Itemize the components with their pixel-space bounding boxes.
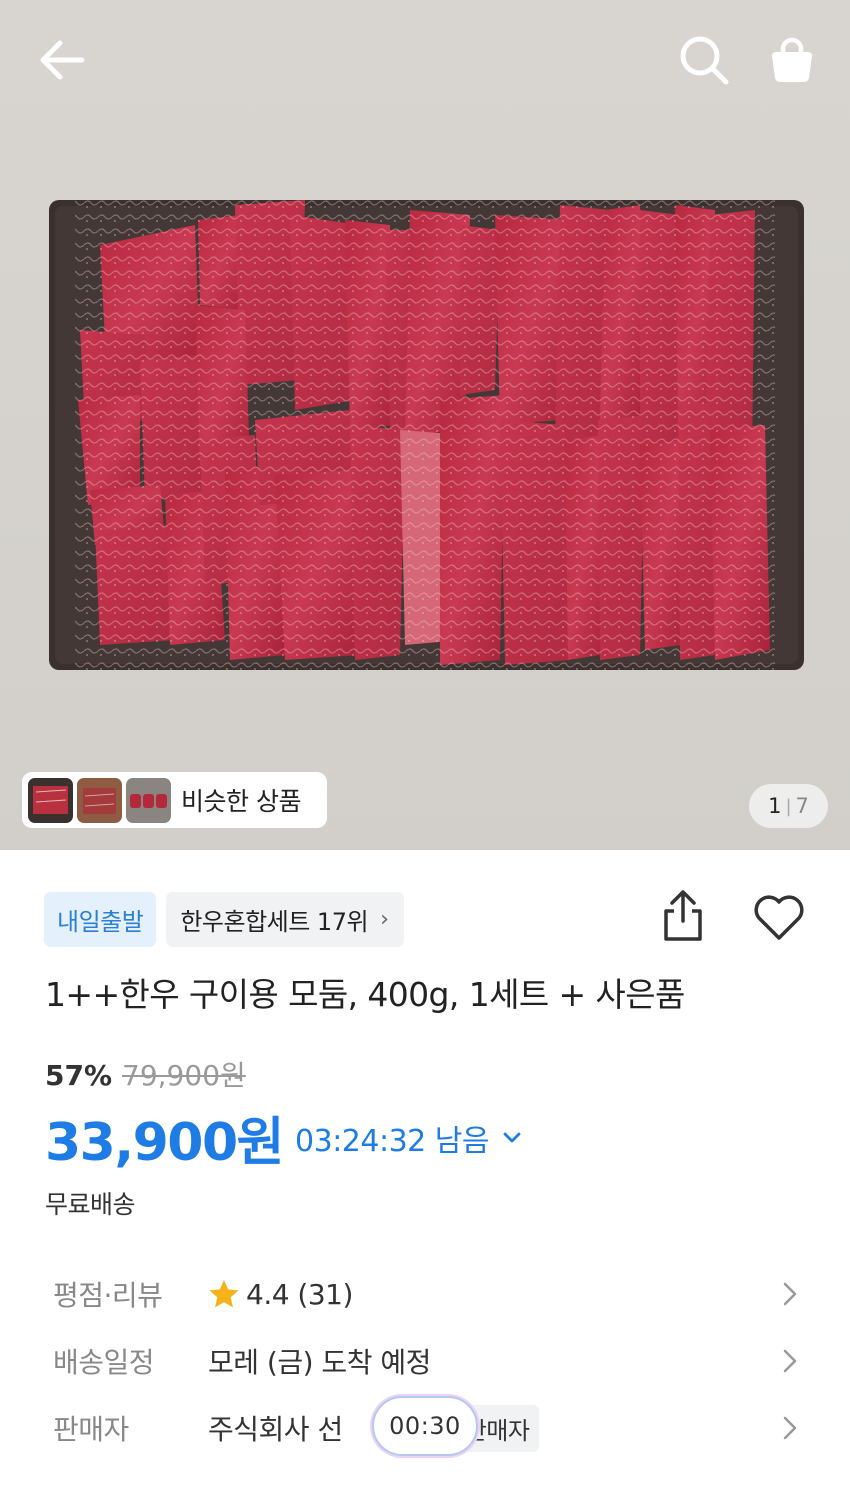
delivery-schedule-row[interactable]: 배송일정 모레 (금) 도착 예정 bbox=[0, 1331, 850, 1391]
badge-row: 내일출발 한우혼합세트 17위 › bbox=[44, 892, 405, 947]
chevron-right-icon bbox=[778, 1279, 802, 1309]
chevron-right-icon bbox=[778, 1346, 802, 1376]
chevron-right-icon: › bbox=[380, 907, 389, 932]
chevron-right-icon bbox=[778, 1413, 802, 1443]
back-arrow-icon bbox=[40, 40, 85, 80]
cart-button[interactable] bbox=[762, 30, 822, 90]
page-separator: | bbox=[785, 795, 792, 817]
floating-timer-bubble[interactable]: 00:30 bbox=[372, 1396, 478, 1456]
seller-label: 판매자 bbox=[53, 1413, 129, 1446]
similar-thumb-3 bbox=[126, 777, 171, 823]
search-icon bbox=[680, 36, 729, 85]
ranking-badge[interactable]: 한우혼합세트 17위 › bbox=[166, 892, 405, 947]
delivery-badge: 내일출발 bbox=[44, 892, 157, 947]
price-row: 33,900원 03:24:32 남음 bbox=[45, 1100, 521, 1175]
discount-row: 57% 79,900원 bbox=[45, 1054, 246, 1094]
shipping-info: 무료배송 bbox=[45, 1190, 136, 1219]
deal-timer: 03:24:32 남음 bbox=[295, 1123, 489, 1159]
delivery-value: 모레 (금) 도착 예정 bbox=[208, 1346, 431, 1379]
image-page-indicator: 1 | 7 bbox=[749, 784, 828, 828]
product-image-carousel[interactable]: 비슷한 상품 1 | 7 bbox=[0, 0, 850, 850]
sale-price: 33,900원 bbox=[45, 1113, 285, 1173]
similar-thumb-1 bbox=[28, 777, 73, 823]
search-button[interactable] bbox=[674, 30, 734, 90]
share-button[interactable] bbox=[655, 886, 711, 946]
chevron-down-icon bbox=[503, 1132, 521, 1142]
page-total: 7 bbox=[795, 794, 809, 818]
original-price: 79,900원 bbox=[122, 1059, 246, 1092]
product-photo bbox=[49, 200, 804, 670]
ranking-label: 한우혼합세트 17위 bbox=[180, 908, 369, 936]
wishlist-button[interactable] bbox=[748, 890, 810, 946]
similar-products-button[interactable]: 비슷한 상품 bbox=[22, 772, 327, 828]
seller-name: 주식회사 선 bbox=[208, 1413, 343, 1446]
rating-row[interactable]: 평점·리뷰 4.4 (31) bbox=[0, 1264, 850, 1324]
rating-label: 평점·리뷰 bbox=[53, 1279, 163, 1312]
discount-rate: 57% bbox=[45, 1059, 113, 1092]
rating-value: 4.4 (31) bbox=[246, 1277, 353, 1311]
delivery-label: 배송일정 bbox=[53, 1346, 155, 1379]
heart-icon bbox=[754, 895, 804, 940]
rating-value-wrap: 4.4 (31) bbox=[208, 1278, 353, 1311]
share-icon bbox=[664, 890, 702, 941]
similar-thumb-2 bbox=[77, 777, 122, 823]
similar-products-label: 비슷한 상품 bbox=[181, 787, 301, 816]
timer-expand-button[interactable] bbox=[503, 1132, 521, 1144]
product-title: 1++한우 구이용 모둠, 400g, 1세트 + 사은품 bbox=[45, 975, 685, 1014]
page-current: 1 bbox=[768, 794, 782, 818]
star-icon bbox=[208, 1279, 240, 1309]
shopping-bag-icon bbox=[772, 37, 812, 82]
back-button[interactable] bbox=[32, 30, 92, 90]
